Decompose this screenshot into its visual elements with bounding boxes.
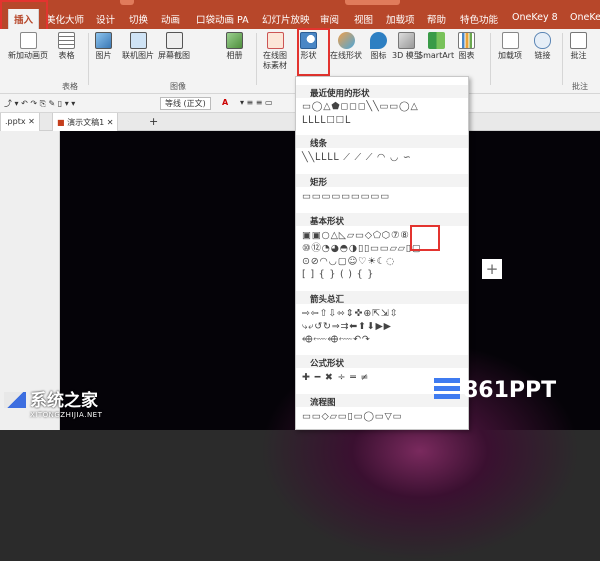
cube-icon xyxy=(398,32,416,49)
group-label-image: 图像 xyxy=(170,82,186,91)
tab-design[interactable]: 设计 xyxy=(96,12,115,26)
online-picture-button[interactable]: 联机图片 xyxy=(122,32,154,61)
shapes-row[interactable]: ✚ ━ ✖ ÷ ═ ≠ xyxy=(302,372,369,384)
shapes-row[interactable]: ⬲⬳⬲⬳↶↷ xyxy=(302,334,371,346)
tab-onekey[interactable]: OneKey 8 xyxy=(512,12,558,23)
section-equation: 公式形状 xyxy=(296,355,468,369)
doc-tab-presentation1[interactable]: ■ 演示文稿1 ✕ xyxy=(52,113,119,131)
shapes-row[interactable]: ⊙⊘◠◡▢☺♡☀☾◌ xyxy=(302,256,395,268)
screenshot-icon xyxy=(165,32,183,49)
tab-transitions[interactable]: 切换 xyxy=(129,12,148,26)
861ppt-logo-icon xyxy=(434,378,460,400)
group-label-comment: 批注 xyxy=(572,82,588,91)
picture-icon xyxy=(95,32,112,49)
shapes-row[interactable]: ▭▭◇▱▭▯▭◯▭▽▭ xyxy=(302,411,402,423)
shapes-row[interactable]: ⇨⇦⇧⇩⬄⇕✜⊕⇱⇲⇳ xyxy=(302,308,398,320)
shapes-row[interactable]: ▭◯△⬟◻◻◻╲╲▭▭◯△ xyxy=(302,101,419,113)
online-shapes-icon xyxy=(337,32,355,49)
online-shapes-button[interactable]: 在线形状 xyxy=(330,32,362,61)
shapes-row[interactable]: [ ] { } ( ) { } xyxy=(302,269,374,281)
format-more-icons[interactable]: ▾ ≡ ≡ ▭ xyxy=(240,98,273,107)
album-button[interactable]: 相册 xyxy=(226,32,243,61)
new-animation-page-button[interactable]: 新加动画页 xyxy=(8,32,48,61)
title-bar xyxy=(0,0,600,9)
tab-addins[interactable]: 加载项 xyxy=(386,12,415,26)
shapes-row[interactable]: ᒪᒪᒪᒪ☐☐ᒪ xyxy=(302,115,351,127)
bird-icon xyxy=(370,32,387,49)
tab-review[interactable]: 审阅 xyxy=(320,12,339,26)
highlight-shapes-button xyxy=(297,28,330,76)
addins-button[interactable]: 加载项 xyxy=(497,32,523,61)
smartart-icon xyxy=(427,32,445,49)
comment-icon xyxy=(570,32,587,49)
shapes-dropdown[interactable]: 最近使用的形状 ▭◯△⬟◻◻◻╲╲▭▭◯△ ᒪᒪᒪᒪ☐☐ᒪ 线条 ╲╲ᒪᒪᒪᒪ … xyxy=(295,76,469,430)
highlight-shape-selection xyxy=(410,225,440,251)
format-icons[interactable]: ⤴ ▾ ↶ ↷ ⎘ ✎ ▯ ▾ ▾ xyxy=(4,98,75,109)
table-icon xyxy=(58,32,75,49)
shapes-row[interactable]: ▣▣○△◺▱▭◇⬠⬡⑦⑧ xyxy=(302,230,410,242)
tab-pocket-animation[interactable]: 口袋动画 PA xyxy=(196,12,249,26)
shapes-row[interactable]: ▭▭▭▭▭▭▭▭▭ xyxy=(302,191,390,203)
screenshot-button[interactable]: 屏幕截图 xyxy=(158,32,190,61)
tab-onekey-cut[interactable]: OneKe xyxy=(570,12,600,23)
tab-view[interactable]: 视图 xyxy=(354,12,373,26)
picture-button[interactable]: 图片 xyxy=(95,32,112,61)
shapes-row[interactable]: ⤷⤶↺↻⇒⇉⬅⬆⬇▶▶ xyxy=(302,321,392,333)
tab-meihua[interactable]: 美化大师 xyxy=(46,12,84,26)
xitongzhijia-logo-icon xyxy=(4,392,26,408)
ribbon-tabs: 插入 美化大师 设计 切换 动画 口袋动画 PA 幻灯片放映 审阅 视图 加载项… xyxy=(0,9,600,29)
tab-animations[interactable]: 动画 xyxy=(161,12,180,26)
online-icon-button[interactable]: 在线图标素材 xyxy=(262,32,288,71)
section-lines: 线条 xyxy=(296,135,468,149)
chart-button[interactable]: 图表 xyxy=(458,32,475,61)
bar-chart-icon xyxy=(458,32,475,49)
table-button[interactable]: 表格 xyxy=(58,32,75,61)
icon-library-icon xyxy=(266,32,284,49)
new-tab-button[interactable]: + xyxy=(145,111,162,129)
section-recent: 最近使用的形状 xyxy=(296,85,468,99)
link-button[interactable]: 链接 xyxy=(534,32,551,61)
section-rectangles: 矩形 xyxy=(296,174,468,188)
addin-icon xyxy=(501,32,519,49)
doc-tab-pptx[interactable]: .pptx ✕ xyxy=(0,113,40,131)
font-color-button[interactable]: A xyxy=(222,98,228,107)
watermark-861ppt: 861PPT xyxy=(434,378,556,403)
tab-help[interactable]: 帮助 xyxy=(427,12,446,26)
album-icon xyxy=(226,32,243,49)
icons-button[interactable]: 图标 xyxy=(370,32,387,61)
shapes-row[interactable]: ⑩⑫◔◕◓◑▯▯▭▭▱▱▯▢ xyxy=(302,243,422,255)
link-icon xyxy=(534,32,551,49)
tab-features[interactable]: 特色功能 xyxy=(460,12,498,26)
comment-button[interactable]: 批注 xyxy=(570,32,587,61)
add-button[interactable]: + xyxy=(482,259,502,279)
font-name-select[interactable]: 等线 (正文) xyxy=(160,97,211,110)
tab-slideshow[interactable]: 幻灯片放映 xyxy=(262,12,310,26)
slide-icon xyxy=(19,32,37,49)
group-label-table: 表格 xyxy=(62,82,78,91)
shapes-row[interactable]: ╲╲ᒪᒪᒪᒪ ⟋ ⟋ ⟋ ◠ ◡ ∽ xyxy=(302,152,412,164)
globe-picture-icon xyxy=(129,32,147,49)
section-arrows: 箭头总汇 xyxy=(296,291,468,305)
watermark-xitongzhijia: 系统之家 XITONGZHIJIA.NET xyxy=(4,386,102,419)
section-basic-shapes: 基本形状 xyxy=(296,213,468,227)
smartart-button[interactable]: SmartArt xyxy=(418,32,454,61)
